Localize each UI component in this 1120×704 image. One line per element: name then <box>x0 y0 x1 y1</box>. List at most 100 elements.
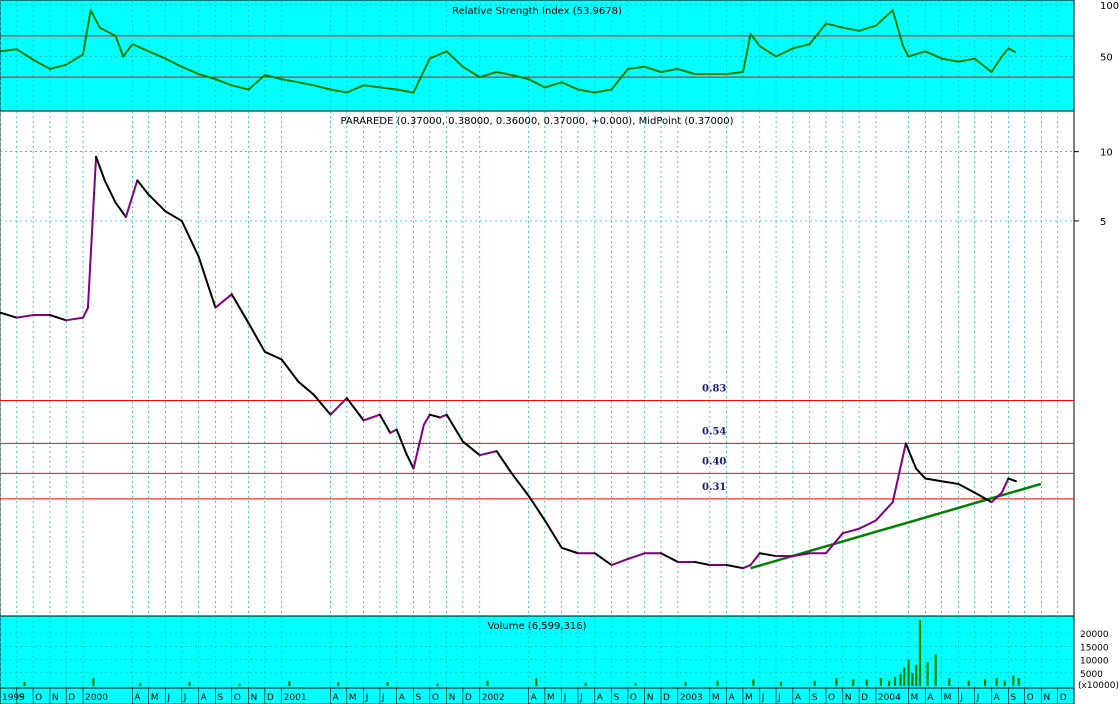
x-tick-label: N <box>52 693 59 703</box>
volume-bar <box>535 678 538 686</box>
volume-bar <box>918 620 922 686</box>
x-tick-label: O <box>630 693 637 703</box>
x-tick-label: J <box>959 693 963 703</box>
x-tick-label: D <box>267 693 274 703</box>
x-tick-label: J <box>777 693 781 703</box>
x-tick-label: M <box>712 693 720 703</box>
volume-bar <box>1017 678 1020 686</box>
x-tick-label: A <box>597 693 604 703</box>
x-tick-label: J <box>183 693 187 703</box>
price-panel-background <box>0 110 1075 617</box>
x-tick-label: 2002 <box>482 693 505 703</box>
volume-y-tick-label: 15000 <box>1080 643 1109 653</box>
volume-bar <box>879 678 882 686</box>
x-tick-label: N <box>1043 693 1050 703</box>
x-tick-label: A <box>927 693 934 703</box>
rsi-panel: Relative Strength Index (53.9678) 100 50 <box>0 0 1119 112</box>
price-y-tick-label: 5 <box>1100 217 1106 228</box>
x-tick-label: J <box>563 693 567 703</box>
x-tick-label: S <box>614 693 620 703</box>
x-tick-label: J <box>976 693 980 703</box>
volume-bar <box>288 681 291 686</box>
fibonacci-label: 0.54 <box>702 426 726 437</box>
x-tick-label: 2004 <box>878 693 901 703</box>
x-tick-label: J <box>381 693 385 703</box>
x-tick-label: O <box>234 693 241 703</box>
volume-bar <box>948 678 951 686</box>
volume-bar <box>907 659 910 686</box>
x-tick-label: M <box>910 693 918 703</box>
x-tick-label: 2001 <box>284 693 307 703</box>
x-tick-label: O <box>432 693 439 703</box>
volume-bar <box>813 680 816 686</box>
x-tick-label: D <box>663 693 670 703</box>
volume-bar <box>903 667 906 686</box>
x-tick-label: J <box>365 693 369 703</box>
volume-bar <box>23 682 26 686</box>
volume-y-tick-label: 20000 <box>1080 630 1109 640</box>
volume-bar <box>92 678 95 686</box>
volume-bar <box>584 682 587 686</box>
x-tick-label: S <box>812 693 818 703</box>
volume-bar <box>436 683 439 686</box>
volume-bar <box>926 662 929 686</box>
x-tick-label: N <box>845 693 852 703</box>
x-tick-label: A <box>134 693 141 703</box>
volume-bar <box>337 682 340 686</box>
x-tick-label: A <box>399 693 406 703</box>
volume-title: Volume (6,599,316) <box>487 621 586 632</box>
volume-bar <box>486 680 489 686</box>
x-tick-label: M <box>944 693 952 703</box>
x-tick-label: M <box>745 693 753 703</box>
x-tick-label: N <box>647 693 654 703</box>
volume-bar <box>386 682 389 686</box>
volume-bar <box>716 680 719 686</box>
volume-bar <box>995 678 998 686</box>
price-panel: 0.83 0.54 0.40 0.31 PARAREDE (0.37000, 0.38… <box>0 110 1113 617</box>
volume-bar <box>835 678 838 686</box>
x-tick-label: O <box>1027 693 1034 703</box>
x-tick-label: M <box>349 693 357 703</box>
volume-bar <box>934 654 937 686</box>
volume-unit-label: (x10000) <box>1078 681 1119 691</box>
x-tick-label: D <box>1060 693 1067 703</box>
x-tick-label: O <box>35 693 42 703</box>
x-tick-label: N <box>449 693 456 703</box>
volume-bar <box>779 681 783 686</box>
volume-bar <box>634 682 637 686</box>
volume-bar <box>887 680 891 686</box>
volume-bar <box>1003 680 1006 686</box>
volume-bar <box>139 682 142 686</box>
x-tick-label: D <box>68 693 75 703</box>
volume-bar <box>967 680 970 686</box>
volume-bar <box>911 672 914 686</box>
x-tick-label: J <box>579 693 583 703</box>
volume-bar <box>899 674 902 686</box>
stock-chart: Relative Strength Index (53.9678) 10050 … <box>0 0 1119 704</box>
fibonacci-label: 0.83 <box>702 383 726 394</box>
x-tick-label: O <box>828 693 835 703</box>
volume-bar <box>188 682 191 686</box>
x-tick-label: S <box>416 693 422 703</box>
volume-bar <box>893 676 897 686</box>
x-tick-label: 2003 <box>680 693 703 703</box>
x-tick-label: A <box>795 693 802 703</box>
volume-bar <box>238 683 241 686</box>
volume-y-tick-label: 5000 <box>1080 670 1103 680</box>
x-tick-label: A <box>333 693 340 703</box>
fibonacci-label: 0.31 <box>702 482 726 493</box>
price-y-axis: 10 5 <box>1074 148 1113 228</box>
volume-bar <box>865 679 868 686</box>
x-tick-label: S <box>217 693 223 703</box>
rsi-y-axis: 100 50 <box>1100 1 1119 64</box>
x-tick-label: J <box>761 693 765 703</box>
x-tick-label: D <box>465 693 472 703</box>
x-tick-label: S <box>19 693 25 703</box>
rsi-y-tick-label: 100 <box>1100 1 1119 12</box>
x-tick-label: D <box>861 693 868 703</box>
x-tick-label: N <box>251 693 258 703</box>
fibonacci-label: 0.40 <box>702 456 726 467</box>
x-tick-label: J <box>167 693 171 703</box>
x-tick-label: A <box>994 693 1001 703</box>
x-tick-label: A <box>729 693 736 703</box>
